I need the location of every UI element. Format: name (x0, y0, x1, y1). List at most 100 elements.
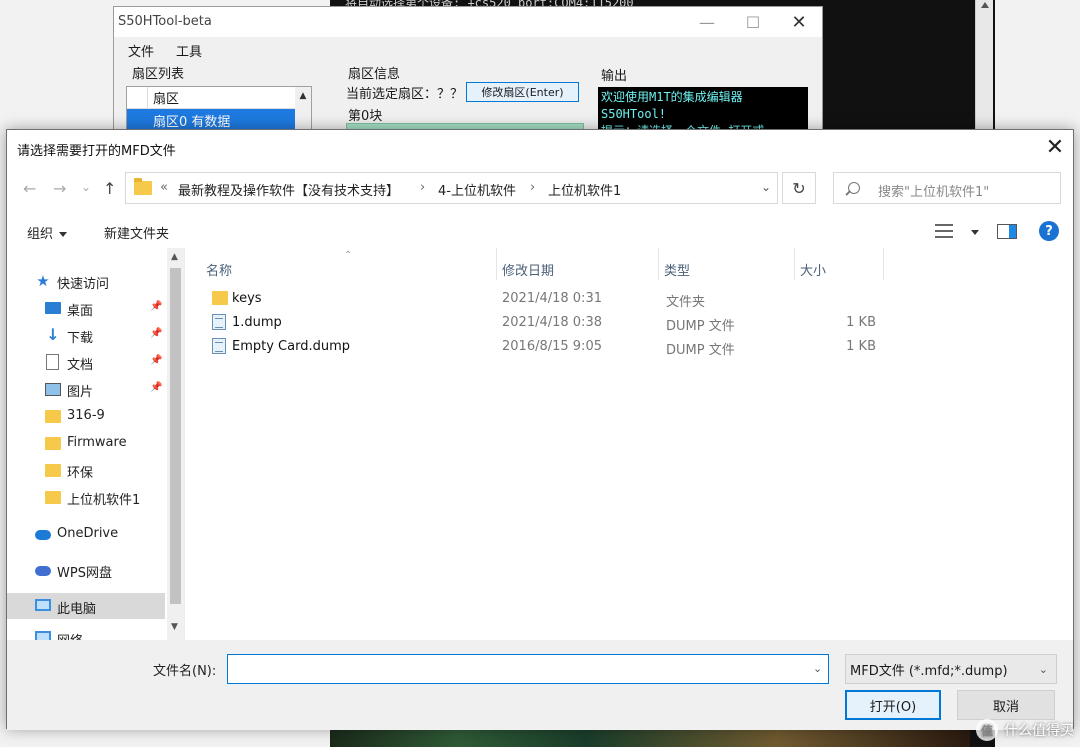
output-label: 输出 (601, 69, 628, 84)
file-row[interactable]: keys 2021/4/18 0:31 文件夹 (206, 288, 906, 310)
up-arrow-icon[interactable]: ↑ (103, 181, 116, 197)
sector-list-row[interactable]: 扇区0 有数据 (127, 109, 311, 131)
breadcrumb-item[interactable]: 4-上位机软件 (438, 180, 516, 199)
address-bar[interactable]: « 最新教程及操作软件【没有技术支持】 › 4-上位机软件 › 上位机软件1 ⌄ (125, 172, 778, 204)
nav-pictures[interactable]: 图片 📌 (7, 376, 165, 402)
watermark-text: 什么值得买 (1004, 723, 1074, 739)
navigation-pane: ★ 快速访问 桌面 📌 ↓ 下载 📌 文档 📌 图片 📌 316-9 Firmw… (7, 248, 185, 640)
navigation-bar: ← → ⌄ ↑ « 最新教程及操作软件【没有技术支持】 › 4-上位机软件 › … (7, 170, 1073, 210)
tool-title: S50HTool-beta (118, 14, 212, 29)
column-header-name[interactable]: 名称 (206, 260, 232, 279)
view-caret-icon[interactable] (971, 230, 979, 235)
sector-list-label: 扇区列表 (132, 67, 185, 82)
filetype-value: MFD文件 (*.mfd;*.dump) (850, 663, 1008, 679)
pin-icon[interactable]: 📌 (150, 383, 162, 394)
back-arrow-icon[interactable]: ← (23, 181, 36, 197)
pictures-icon (45, 383, 61, 396)
breadcrumb-item[interactable]: 上位机软件1 (548, 180, 621, 199)
scroll-up-icon[interactable]: ▲ (171, 252, 178, 262)
file-date: 2016/8/15 9:05 (502, 339, 602, 354)
network-icon (35, 631, 51, 640)
scroll-down-icon[interactable]: ▼ (171, 622, 178, 632)
forward-arrow-icon[interactable]: → (53, 181, 66, 197)
console-scrollbar[interactable] (975, 0, 993, 140)
nav-folder-firmware[interactable]: Firmware (7, 430, 165, 456)
pin-icon[interactable]: 📌 (150, 356, 162, 367)
folder-icon (212, 291, 228, 305)
recent-locations-icon[interactable]: ⌄ (81, 181, 91, 193)
cancel-button[interactable]: 取消 (957, 690, 1055, 720)
chevron-down-icon[interactable]: ⌄ (813, 662, 822, 675)
tool-menubar: 文件 工具 (114, 37, 822, 60)
nav-this-pc[interactable]: 此电脑 (7, 593, 165, 619)
folder-icon (45, 491, 61, 504)
breadcrumb-separator[interactable]: › (420, 180, 425, 195)
nav-label: 上位机软件1 (67, 493, 141, 508)
nav-folder-huanbao[interactable]: 环保 (7, 457, 165, 483)
file-type: DUMP 文件 (666, 319, 735, 334)
breadcrumb-item[interactable]: 最新教程及操作软件【没有技术支持】 (178, 180, 399, 199)
view-options-icon[interactable] (935, 224, 953, 238)
dialog-close-icon[interactable]: ✕ (1037, 130, 1073, 166)
star-icon: ★ (36, 272, 50, 290)
column-divider[interactable] (496, 248, 497, 280)
chevron-down-icon[interactable]: ⌄ (761, 180, 771, 194)
column-divider[interactable] (794, 248, 795, 280)
s50htool-window: S50HTool-beta — ☐ ✕ 文件 工具 扇区列表 扇区信息 当前选定… (113, 6, 823, 137)
sort-ascending-icon: ⌃ (344, 250, 353, 261)
modify-sector-button[interactable]: 修改扇区(Enter) (466, 82, 579, 102)
column-divider[interactable] (658, 248, 659, 280)
file-row[interactable]: 1.dump 2021/4/18 0:38 DUMP 文件 1 KB (206, 312, 906, 334)
block-label: 第0块 (348, 109, 383, 124)
onedrive-icon (35, 530, 51, 540)
preview-pane-icon[interactable] (997, 224, 1017, 239)
open-button[interactable]: 打开(O) (845, 690, 941, 720)
nav-folder-software1[interactable]: 上位机软件1 (7, 484, 165, 510)
nav-label: 网络 (57, 630, 83, 640)
nav-documents[interactable]: 文档 📌 (7, 349, 165, 375)
nav-downloads[interactable]: ↓ 下载 📌 (7, 322, 165, 348)
nav-network[interactable]: 网络 (7, 625, 165, 640)
nav-folder-316-9[interactable]: 316-9 (7, 403, 165, 429)
sector-info-label: 扇区信息 (348, 67, 401, 82)
download-icon: ↓ (46, 325, 60, 344)
nav-wps-cloud[interactable]: WPS网盘 (7, 557, 165, 583)
sector-list-scroll-up[interactable]: ▲ (295, 87, 311, 135)
column-header-size[interactable]: 大小 (800, 260, 826, 279)
command-bar: 组织 新建文件夹 ? (7, 216, 1073, 248)
caret-down-icon (59, 232, 68, 237)
dialog-footer: 文件名(N): ⌄ MFD文件 (*.mfd;*.dump) ⌄ 打开(O) 取… (7, 640, 1073, 730)
filename-label: 文件名(N): (153, 664, 217, 679)
filetype-select[interactable]: MFD文件 (*.mfd;*.dump) ⌄ (845, 654, 1057, 684)
column-header-type[interactable]: 类型 (664, 260, 690, 279)
tool-window-controls: — ☐ ✕ (684, 7, 822, 37)
menu-tools[interactable]: 工具 (176, 41, 202, 60)
pin-icon[interactable]: 📌 (150, 302, 162, 313)
refresh-button[interactable]: ↻ (782, 172, 816, 204)
maximize-icon[interactable]: ☐ (730, 7, 776, 37)
pin-icon[interactable]: 📌 (150, 329, 162, 340)
filename-input[interactable] (227, 654, 829, 684)
file-row[interactable]: Empty Card.dump 2016/8/15 9:05 DUMP 文件 1… (206, 336, 906, 358)
minimize-icon[interactable]: — (684, 7, 730, 37)
navigation-scrollbar[interactable]: ▲ ▼ (167, 248, 184, 640)
dialog-title: 请选择需要打开的MFD文件 (17, 144, 176, 159)
breadcrumb-overflow-icon[interactable]: « (160, 180, 168, 195)
column-divider[interactable] (883, 248, 884, 280)
menu-file[interactable]: 文件 (128, 41, 154, 60)
dialog-titlebar: 请选择需要打开的MFD文件 ✕ (7, 130, 1073, 166)
scrollbar-thumb[interactable] (170, 268, 181, 604)
close-icon[interactable]: ✕ (776, 7, 822, 37)
organize-button[interactable]: 组织 (27, 223, 68, 242)
nav-desktop[interactable]: 桌面 📌 (7, 295, 165, 321)
nav-onedrive[interactable]: OneDrive (7, 521, 165, 547)
nav-label: 图片 (67, 385, 94, 400)
new-folder-button[interactable]: 新建文件夹 (104, 223, 169, 242)
help-icon[interactable]: ? (1039, 221, 1059, 241)
nav-quick-access[interactable]: ★ 快速访问 (7, 268, 165, 294)
column-header-date[interactable]: 修改日期 (502, 260, 554, 279)
breadcrumb-separator[interactable]: › (530, 180, 535, 195)
search-input[interactable]: 搜索"上位机软件1" (833, 172, 1061, 204)
file-list: ⌃ 名称 修改日期 类型 大小 keys 2021/4/18 0:31 文件夹 … (186, 248, 1074, 640)
nav-label: 环保 (67, 466, 94, 481)
